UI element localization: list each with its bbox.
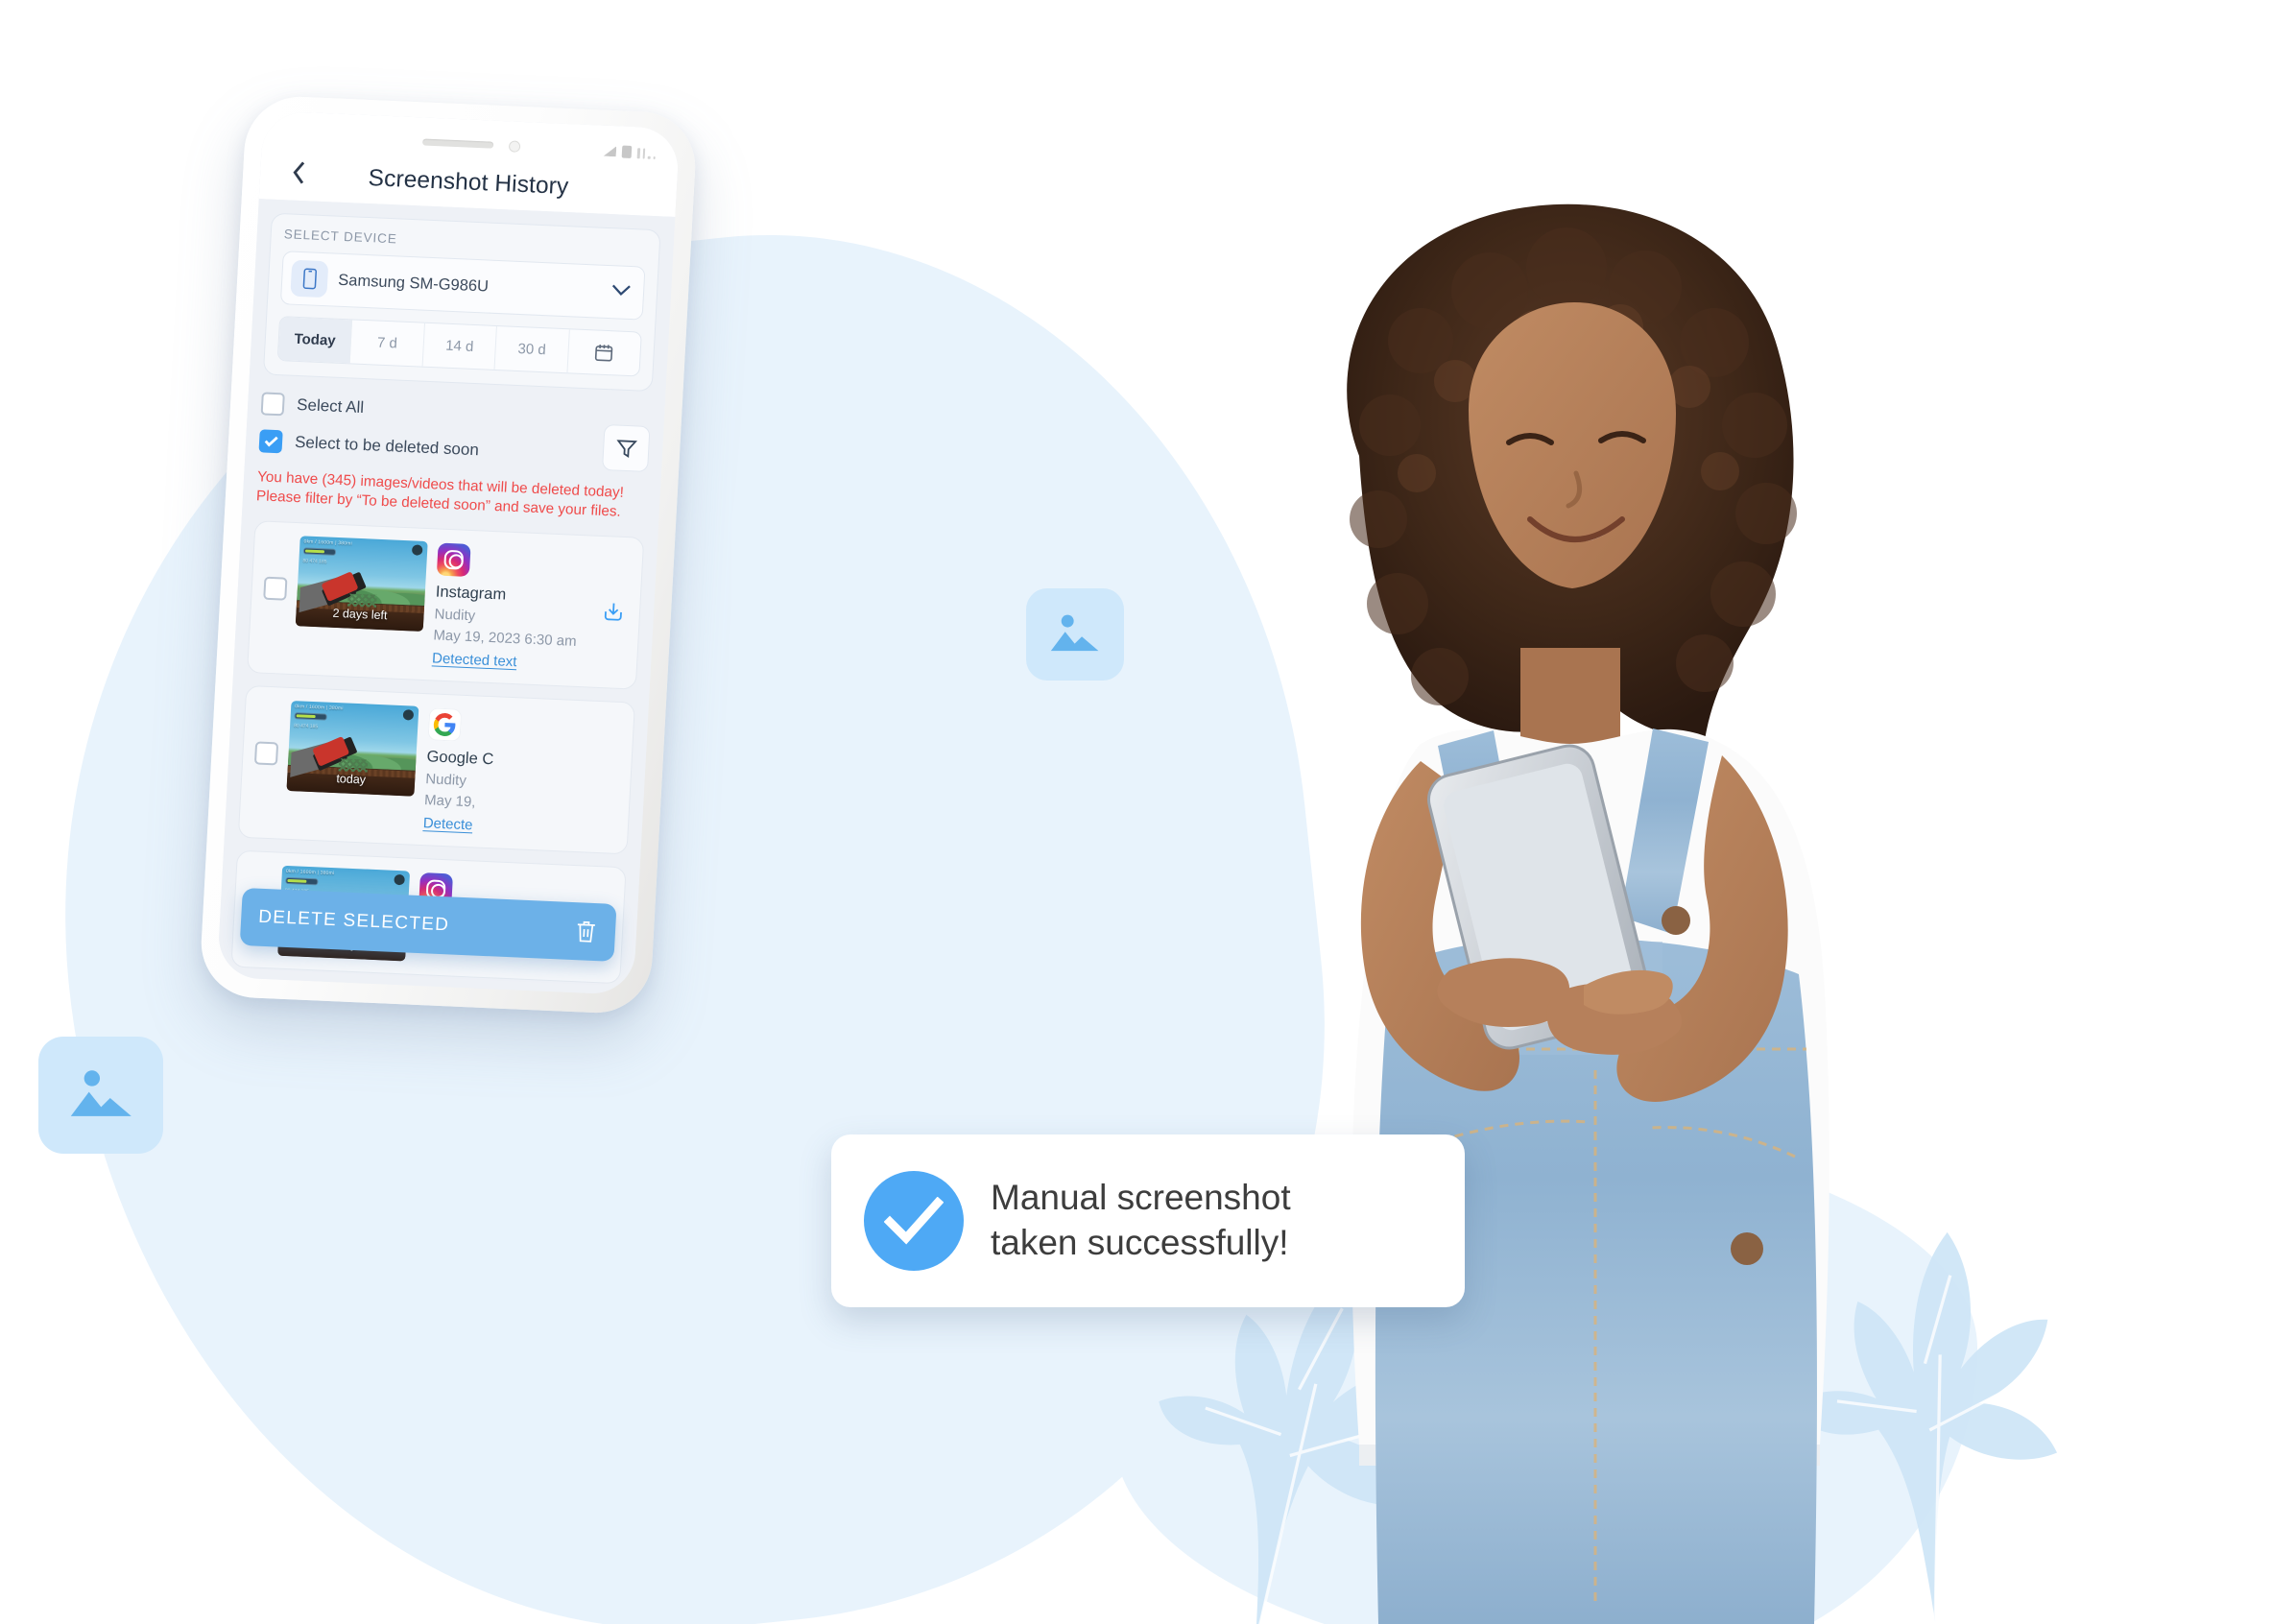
phone-screen: Screenshot History SELECT DEVICE Samsung… bbox=[216, 110, 681, 995]
deletion-warning: You have (345) images/videos that will b… bbox=[255, 468, 625, 521]
instagram-icon bbox=[436, 542, 471, 577]
phone-icon bbox=[290, 259, 329, 299]
range-segmented-control: Today 7 d 14 d 30 d bbox=[276, 316, 642, 377]
detected-text-link[interactable]: Detecte bbox=[422, 815, 473, 833]
check-icon bbox=[264, 436, 278, 447]
select-all-row[interactable]: Select All bbox=[260, 392, 592, 429]
toast-notification: Manual screenshot taken successfully! bbox=[831, 1134, 1465, 1307]
status-bar bbox=[603, 145, 657, 160]
deleted-soon-row[interactable]: Select to be deleted soon bbox=[258, 429, 589, 466]
detected-text-link[interactable]: Detected text bbox=[432, 650, 517, 670]
row-date: May 19, 2023 6:30 am bbox=[432, 627, 578, 650]
range-tab-14d[interactable]: 14 d bbox=[422, 322, 498, 370]
toast-message: Manual screenshot taken successfully! bbox=[991, 1176, 1291, 1265]
google-icon bbox=[427, 706, 463, 742]
row-app-name: Instagram bbox=[435, 583, 507, 604]
table-row[interactable]: 0km / 1600m | 380mi 80 474 185 today bbox=[237, 684, 635, 855]
range-tab-today[interactable]: Today bbox=[277, 317, 353, 364]
check-circle-icon bbox=[864, 1171, 964, 1271]
thumb-hud-text: 0km / 1600m | 380mi bbox=[295, 703, 344, 712]
row-category: Nudity bbox=[424, 770, 467, 789]
app-body: SELECT DEVICE Samsung SM-G986U Today 7 d bbox=[216, 199, 676, 995]
filter-button[interactable] bbox=[601, 423, 651, 472]
promo-composition: Screenshot History SELECT DEVICE Samsung… bbox=[0, 0, 2272, 1624]
bars-icon bbox=[636, 146, 657, 160]
range-tab-30d[interactable]: 30 d bbox=[494, 326, 570, 373]
battery-icon bbox=[621, 145, 633, 158]
page-title: Screenshot History bbox=[367, 165, 570, 201]
download-button[interactable] bbox=[600, 599, 626, 625]
device-panel: SELECT DEVICE Samsung SM-G986U Today 7 d bbox=[262, 212, 661, 393]
pause-icon bbox=[402, 708, 415, 721]
row-info: Google C Nudity May 19, Detecte bbox=[422, 706, 622, 841]
row-date: May 19, bbox=[423, 791, 476, 811]
phone-mockup: Screenshot History SELECT DEVICE Samsung… bbox=[198, 94, 699, 1015]
deleted-soon-label: Select to be deleted soon bbox=[294, 432, 480, 460]
girl-with-phone-photo bbox=[1347, 203, 1830, 1624]
row-checkbox[interactable] bbox=[253, 741, 279, 766]
calendar-button[interactable] bbox=[567, 329, 641, 375]
selection-controls: Select All Select to be deleted soon bbox=[258, 392, 651, 472]
signal-icon bbox=[603, 145, 617, 157]
device-select[interactable]: Samsung SM-G986U bbox=[279, 251, 646, 321]
delete-selected-label: DELETE SELECTED bbox=[257, 906, 450, 936]
back-button[interactable] bbox=[280, 155, 315, 189]
thumb-hud-text: 0km / 1600m | 380mi bbox=[285, 868, 335, 876]
thumb-hud-score: 80 474 185 bbox=[302, 558, 327, 565]
trash-icon bbox=[577, 920, 595, 943]
image-icon bbox=[38, 1037, 163, 1154]
chevron-down-icon bbox=[610, 283, 633, 301]
pause-icon bbox=[411, 544, 423, 556]
filter-funnel-icon bbox=[615, 439, 637, 458]
pause-icon bbox=[394, 873, 405, 886]
screenshot-thumbnail[interactable]: 0km / 1600m | 380mi 80 474 185 2 days le… bbox=[295, 535, 428, 632]
thumb-hud-score: 80 474 185 bbox=[293, 722, 319, 729]
select-all-checkbox[interactable] bbox=[260, 392, 285, 417]
thumb-hud-text: 0km / 1600m | 380mi bbox=[303, 538, 353, 547]
calendar-icon bbox=[595, 345, 613, 362]
chevron-left-icon bbox=[292, 161, 304, 184]
deleted-soon-checkbox[interactable] bbox=[258, 429, 283, 454]
row-app-name: Google C bbox=[426, 747, 494, 768]
range-tab-7d[interactable]: 7 d bbox=[350, 320, 425, 367]
download-icon bbox=[604, 603, 622, 621]
screenshot-thumbnail[interactable]: 0km / 1600m | 380mi 80 474 185 today bbox=[286, 700, 419, 797]
row-checkbox[interactable] bbox=[263, 576, 288, 601]
toast-line-2: taken successfully! bbox=[991, 1223, 1289, 1262]
select-all-label: Select All bbox=[296, 394, 365, 418]
toast-line-1: Manual screenshot bbox=[991, 1178, 1291, 1218]
image-icon bbox=[1026, 588, 1124, 681]
device-name: Samsung SM-G986U bbox=[337, 271, 490, 296]
row-category: Nudity bbox=[434, 606, 476, 624]
table-row[interactable]: 0km / 1600m | 380mi 80 474 185 2 days le… bbox=[247, 519, 645, 690]
